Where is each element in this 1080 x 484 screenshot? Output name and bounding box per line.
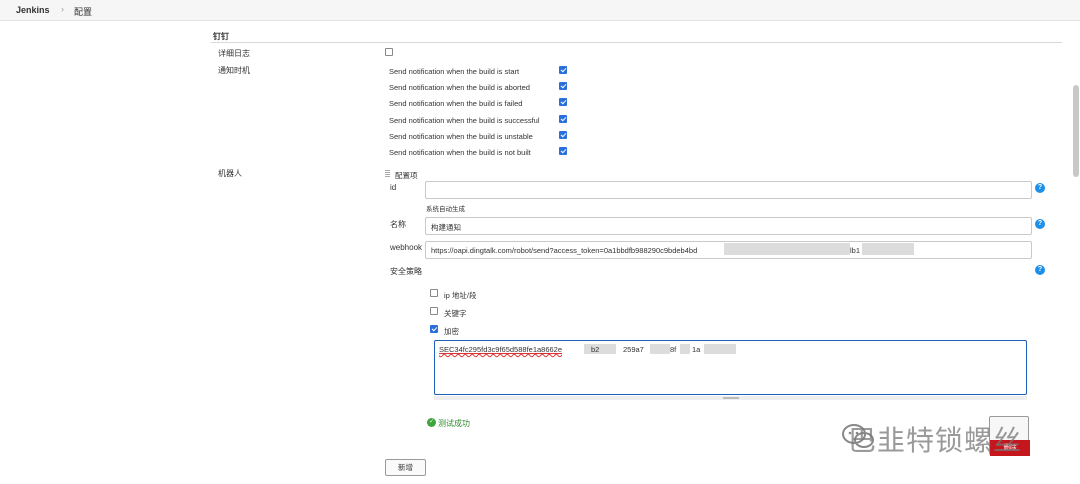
notify-option-label: Send notification when the build is abor…: [389, 83, 530, 92]
verbose-log-checkbox[interactable]: [385, 48, 393, 56]
success-check-icon: ✓: [427, 418, 436, 427]
redacted-blur: [862, 243, 914, 255]
secret-fragment: 8f: [670, 345, 677, 354]
notify-timing-label: 通知时机: [218, 66, 250, 75]
secret-fragment: 1a: [692, 345, 701, 354]
redacted-blur: [724, 243, 850, 255]
notify-option-label: Send notification when the build is not …: [389, 148, 531, 157]
webhook-label: webhook: [390, 243, 423, 252]
notify-start-checkbox[interactable]: [559, 66, 567, 74]
section-title: 钉钉: [213, 32, 229, 41]
secret-fragment: 259a7: [623, 345, 644, 354]
redacted-blur: [680, 344, 690, 354]
security-encrypt-label: 加密: [444, 327, 459, 336]
secret-value: SEC34fc295fd3c9f65d588fe1a8662e: [439, 345, 563, 354]
verbose-log-label: 详细日志: [218, 49, 250, 58]
robot-label: 机器人: [218, 169, 242, 178]
security-label: 安全策略: [390, 267, 422, 276]
security-help-icon[interactable]: ?: [1035, 265, 1045, 275]
redacted-blur: [650, 344, 670, 354]
id-help-icon[interactable]: ?: [1035, 183, 1045, 193]
id-label: id: [390, 183, 397, 192]
security-keyword-label: 关键字: [444, 309, 467, 318]
notify-option-label: Send notification when the build is star…: [389, 67, 520, 76]
security-encrypt-checkbox[interactable]: [430, 325, 438, 333]
config-item-title: 配置项: [395, 171, 418, 180]
id-input[interactable]: [425, 181, 1032, 199]
security-ip-checkbox[interactable]: [430, 289, 438, 297]
breadcrumb-separator-icon: ›: [61, 4, 64, 14]
security-ip-label: ip 地址/段: [444, 291, 477, 300]
section-divider: [211, 42, 1062, 43]
redacted-blur: [584, 344, 616, 354]
textarea-resize-handle[interactable]: [723, 397, 739, 399]
breadcrumb-bar: Jenkins › 配置: [0, 0, 1080, 21]
name-label: 名称: [390, 220, 406, 229]
redacted-blur: [704, 344, 736, 354]
test-success-text: 测试成功: [438, 419, 470, 428]
notify-option-label: Send notification when the build is fail…: [389, 99, 523, 108]
notify-failed-checkbox[interactable]: [559, 98, 567, 106]
secret-fragment: b2: [591, 345, 600, 354]
id-hint: 系统自动生成: [426, 206, 465, 213]
name-input[interactable]: 构建通知: [425, 217, 1032, 235]
breadcrumb-jenkins-link[interactable]: Jenkins: [16, 5, 50, 15]
webhook-tail: lb1: [850, 246, 861, 255]
webhook-value: https://oapi.dingtalk.com/robot/send?acc…: [431, 246, 698, 255]
name-help-icon[interactable]: ?: [1035, 219, 1045, 229]
drag-handle-icon[interactable]: [385, 170, 390, 178]
notify-not-built-checkbox[interactable]: [559, 147, 567, 155]
breadcrumb-current-page[interactable]: 配置: [74, 5, 92, 18]
notify-option-label: Send notification when the build is succ…: [389, 116, 540, 125]
notify-aborted-checkbox[interactable]: [559, 82, 567, 90]
watermark-text: 巴韭特锁螺丝: [848, 424, 1023, 457]
notify-option-label: Send notification when the build is unst…: [389, 132, 533, 141]
notify-unstable-checkbox[interactable]: [559, 131, 567, 139]
notify-successful-checkbox[interactable]: [559, 115, 567, 123]
add-button[interactable]: 新增: [385, 459, 426, 476]
security-keyword-checkbox[interactable]: [430, 307, 438, 315]
vertical-scrollbar[interactable]: [1073, 85, 1079, 177]
